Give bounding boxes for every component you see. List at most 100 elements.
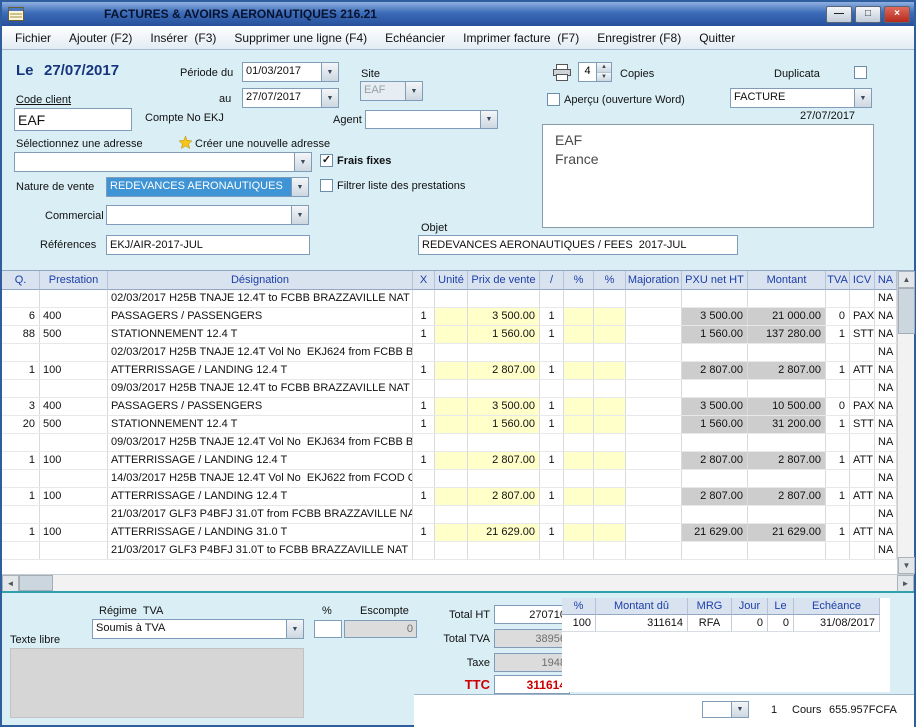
horizontal-scrollbar[interactable]: ◄ ► xyxy=(2,574,914,591)
dropdown-arrow-icon[interactable]: ▼ xyxy=(286,620,303,638)
column-header-unite[interactable]: Unité xyxy=(435,271,468,290)
dropdown-arrow-icon[interactable]: ▼ xyxy=(321,63,338,81)
objet-input[interactable] xyxy=(418,235,738,255)
menu-item-enregistrer[interactable]: Enregistrer (F8) xyxy=(588,28,690,48)
vertical-scrollbar[interactable]: ▲ ▼ xyxy=(897,271,914,574)
total-tva-input[interactable] xyxy=(494,629,570,648)
schedule-row[interactable]: 100311614RFA0031/08/2017 xyxy=(562,615,890,632)
agent-combobox[interactable]: ▼ xyxy=(365,110,498,129)
escompte-input[interactable] xyxy=(344,620,417,638)
site-combobox[interactable]: EAF ▼ xyxy=(360,81,423,101)
dropdown-arrow-icon[interactable]: ▼ xyxy=(480,111,497,128)
totals-panel: Régime TVA % Escompte Soumis à TVA ▼ Tex… xyxy=(2,591,914,725)
regime-tva-combobox[interactable]: Soumis à TVA ▼ xyxy=(92,619,304,639)
column-header-montant[interactable]: Montant xyxy=(748,271,826,290)
column-header-pct1[interactable]: % xyxy=(564,271,594,290)
menu-item-echeancier[interactable]: Echéancier xyxy=(376,28,454,48)
close-button[interactable]: × xyxy=(884,6,910,23)
horizontal-scroll-thumb[interactable] xyxy=(19,575,53,591)
cell-designation: 21/03/2017 GLF3 P4BFJ 31.0T to FCBB BRAZ… xyxy=(108,542,413,559)
maximize-button[interactable]: □ xyxy=(855,6,881,23)
scroll-down-button[interactable]: ▼ xyxy=(898,557,915,574)
code-client-input[interactable] xyxy=(14,108,132,131)
menu-item-ajouter[interactable]: Ajouter (F2) xyxy=(60,28,141,48)
scroll-right-button[interactable]: ► xyxy=(897,575,914,592)
texte-libre-area[interactable] xyxy=(10,648,304,718)
column-header-pxu[interactable]: PXU net HT xyxy=(682,271,748,290)
vertical-scroll-thumb[interactable] xyxy=(898,288,915,334)
column-header-tva[interactable]: TVA xyxy=(826,271,850,290)
dropdown-arrow-icon[interactable]: ▼ xyxy=(291,206,308,224)
cell-slash: 1 xyxy=(540,308,564,325)
client-address-box[interactable]: EAF France xyxy=(542,124,874,228)
filtrer-checkbox[interactable] xyxy=(320,179,333,192)
currency-combobox[interactable]: ▼ xyxy=(702,701,749,718)
column-header-pct2[interactable]: % xyxy=(594,271,626,290)
grid-row-14[interactable]: 1100ATTERRISSAGE / LANDING 31.0 T121 629… xyxy=(2,524,897,542)
total-tva-label: Total TVA xyxy=(422,633,490,645)
minimize-button[interactable]: — xyxy=(826,6,852,23)
dropdown-arrow-icon[interactable]: ▼ xyxy=(291,178,308,196)
dropdown-arrow-icon[interactable]: ▼ xyxy=(405,82,422,100)
commercial-combobox[interactable]: ▼ xyxy=(106,205,309,225)
column-header-na[interactable]: NA xyxy=(875,271,897,290)
column-header-prix[interactable]: Prix de vente xyxy=(468,271,540,290)
duplicata-label: Duplicata xyxy=(774,68,820,80)
apercu-checkbox[interactable] xyxy=(547,93,560,106)
menu-item-imprimer-facture[interactable]: Imprimer facture (F7) xyxy=(454,28,588,48)
ttc-input[interactable] xyxy=(494,675,570,694)
grid-row-12[interactable]: 1100ATTERRISSAGE / LANDING 12.4 T12 807.… xyxy=(2,488,897,506)
grid-row-10[interactable]: 1100ATTERRISSAGE / LANDING 12.4 T12 807.… xyxy=(2,452,897,470)
dropdown-arrow-icon[interactable]: ▼ xyxy=(854,89,871,107)
doc-type-combobox[interactable]: FACTURE ▼ xyxy=(730,88,872,108)
column-header-designation[interactable]: Désignation xyxy=(108,271,413,290)
copies-spinner[interactable]: 4 ▲ ▼ xyxy=(578,62,612,82)
menu-item-supprimer-ligne[interactable]: Supprimer une ligne (F4) xyxy=(225,28,376,48)
cell-unite xyxy=(435,398,468,415)
spinner-down-icon[interactable]: ▼ xyxy=(597,73,611,82)
menu-item-inserer[interactable]: Insérer (F3) xyxy=(141,28,225,48)
grid-row-7[interactable]: 3400PASSAGERS / PASSENGERS13 500.0013 50… xyxy=(2,398,897,416)
grid-row-1[interactable]: 02/03/2017 H25B TNAJE 12.4T to FCBB BRAZ… xyxy=(2,290,897,308)
dropdown-arrow-icon[interactable]: ▼ xyxy=(731,702,748,717)
column-header-slash[interactable]: / xyxy=(540,271,564,290)
spinner-up-icon[interactable]: ▲ xyxy=(597,63,611,73)
column-header-q[interactable]: Q. xyxy=(2,271,40,290)
title-bar[interactable]: FACTURES & AVOIRS AERONAUTIQUES 216.21 —… xyxy=(2,2,914,26)
total-ht-input[interactable] xyxy=(494,605,570,624)
cell-pct2 xyxy=(594,524,626,541)
create-address-link[interactable]: Créer une nouvelle adresse xyxy=(195,138,330,150)
cell-prestation xyxy=(40,290,108,307)
cell-montant: 10 500.00 xyxy=(748,398,826,415)
grid-row-3[interactable]: 88500STATIONNEMENT 12.4 T11 560.0011 560… xyxy=(2,326,897,344)
cours-value: 655.957FCFA xyxy=(829,704,897,716)
column-header-majoration[interactable]: Majoration xyxy=(626,271,682,290)
grid-row-5[interactable]: 1100ATTERRISSAGE / LANDING 12.4 T12 807.… xyxy=(2,362,897,380)
grid-row-9[interactable]: 09/03/2017 H25B TNAJE 12.4T Vol No EKJ63… xyxy=(2,434,897,452)
column-header-x[interactable]: X xyxy=(413,271,435,290)
scroll-left-button[interactable]: ◄ xyxy=(2,575,19,592)
grid-row-6[interactable]: 09/03/2017 H25B TNAJE 12.4T to FCBB BRAZ… xyxy=(2,380,897,398)
pct-input[interactable] xyxy=(314,620,342,638)
menu-item-fichier[interactable]: Fichier xyxy=(6,28,60,48)
taxe-input[interactable] xyxy=(494,653,570,672)
grid-row-8[interactable]: 20500STATIONNEMENT 12.4 T11 560.0011 560… xyxy=(2,416,897,434)
duplicata-checkbox[interactable] xyxy=(854,66,867,79)
periode-du-combobox[interactable]: 01/03/2017 ▼ xyxy=(242,62,339,82)
grid-row-2[interactable]: 6400PASSAGERS / PASSENGERS13 500.0013 50… xyxy=(2,308,897,326)
dropdown-arrow-icon[interactable]: ▼ xyxy=(321,89,338,107)
column-header-icv[interactable]: ICV xyxy=(850,271,875,290)
grid-row-15[interactable]: 21/03/2017 GLF3 P4BFJ 31.0T to FCBB BRAZ… xyxy=(2,542,897,560)
address-combobox[interactable]: ▼ xyxy=(14,152,312,172)
menu-item-quitter[interactable]: Quitter xyxy=(690,28,744,48)
frais-fixes-checkbox[interactable]: ✓ xyxy=(320,154,333,167)
grid-row-4[interactable]: 02/03/2017 H25B TNAJE 12.4T Vol No EKJ62… xyxy=(2,344,897,362)
scroll-up-button[interactable]: ▲ xyxy=(898,271,915,288)
periode-au-combobox[interactable]: 27/07/2017 ▼ xyxy=(242,88,339,108)
grid-row-11[interactable]: 14/03/2017 H25B TNAJE 12.4T Vol No EKJ62… xyxy=(2,470,897,488)
dropdown-arrow-icon[interactable]: ▼ xyxy=(294,153,311,171)
nature-combobox[interactable]: REDEVANCES AERONAUTIQUES ▼ xyxy=(106,177,309,197)
column-header-prestation[interactable]: Prestation xyxy=(40,271,108,290)
grid-row-13[interactable]: 21/03/2017 GLF3 P4BFJ 31.0T from FCBB BR… xyxy=(2,506,897,524)
references-input[interactable] xyxy=(106,235,310,255)
